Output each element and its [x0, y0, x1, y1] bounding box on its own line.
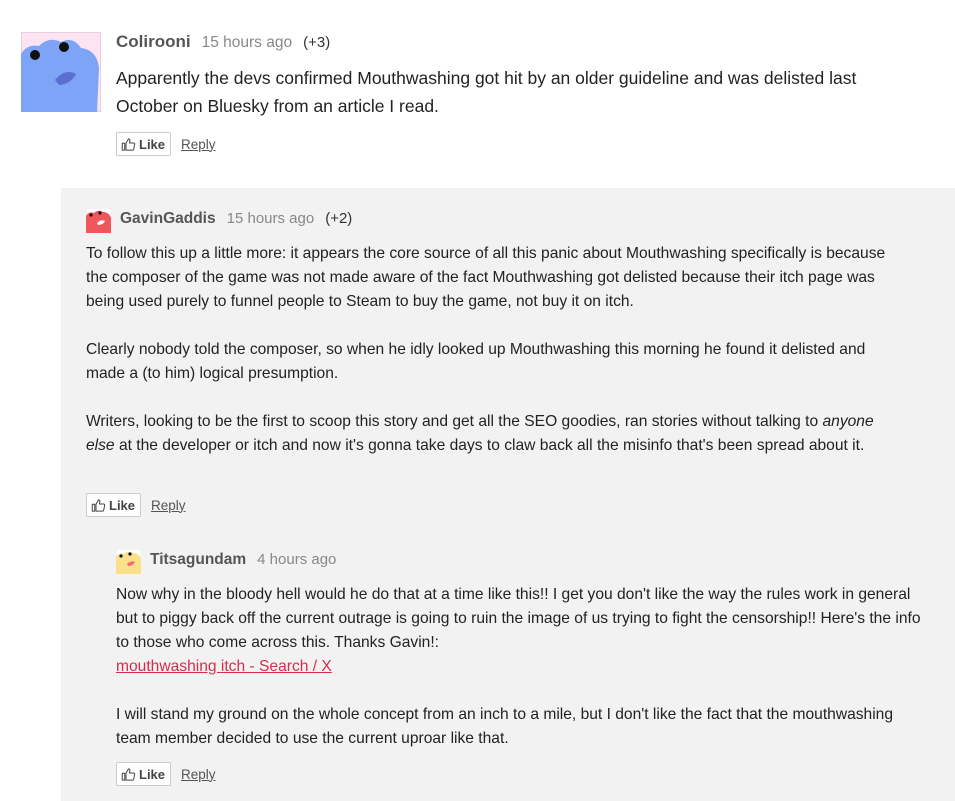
- comment-body: To follow this up a little more: it appe…: [86, 242, 901, 458]
- reply-link[interactable]: Reply: [151, 498, 186, 513]
- avatar-image: [21, 32, 101, 112]
- thumbs-up-icon: [91, 498, 106, 512]
- comment-paragraph: To follow this up a little more: it appe…: [86, 245, 886, 310]
- comment-paragraph: Apparently the devs confirmed Mouthwashi…: [116, 68, 857, 116]
- reply-link[interactable]: Reply: [181, 767, 216, 782]
- comment-actions: Like Reply: [116, 762, 216, 786]
- author-name[interactable]: Colirooni: [116, 32, 191, 52]
- avatar[interactable]: [86, 208, 111, 233]
- like-button[interactable]: Like: [116, 132, 172, 156]
- reply-link[interactable]: Reply: [181, 137, 216, 152]
- avatar[interactable]: [116, 549, 141, 574]
- like-label: Like: [139, 136, 166, 152]
- comment-body: Now why in the bloody hell would he do t…: [116, 583, 926, 751]
- author-name[interactable]: Titsagundam: [150, 551, 246, 569]
- comment-meta: Colirooni 15 hours ago (+3): [116, 32, 330, 52]
- timestamp[interactable]: 15 hours ago: [227, 210, 315, 227]
- vote-count: (+2): [325, 210, 353, 227]
- comment-paragraph: Now why in the bloody hell would he do t…: [116, 586, 921, 675]
- comment-actions: Like Reply: [116, 132, 216, 156]
- comment-paragraph: Writers, looking to be the first to scoo…: [86, 413, 874, 454]
- comment-body: Apparently the devs confirmed Mouthwashi…: [116, 64, 906, 120]
- thumbs-up-icon: [121, 767, 136, 781]
- comment-paragraph: I will stand my ground on the whole conc…: [116, 706, 894, 747]
- thumbs-up-icon: [121, 137, 136, 151]
- like-button[interactable]: Like: [86, 493, 142, 517]
- author-name[interactable]: GavinGaddis: [120, 210, 216, 228]
- avatar-image: [116, 549, 141, 574]
- like-button[interactable]: Like: [116, 762, 172, 786]
- avatar-image: [86, 208, 111, 233]
- avatar[interactable]: [21, 32, 101, 112]
- timestamp[interactable]: 4 hours ago: [257, 551, 336, 568]
- vote-count: (+3): [303, 34, 331, 51]
- timestamp[interactable]: 15 hours ago: [202, 34, 293, 52]
- comment-meta: Titsagundam 4 hours ago: [150, 551, 336, 569]
- comment-actions: Like Reply: [86, 493, 186, 517]
- comment-meta: GavinGaddis 15 hours ago (+2): [120, 210, 352, 228]
- external-link[interactable]: mouthwashing itch - Search / X: [116, 658, 332, 675]
- like-label: Like: [109, 497, 136, 513]
- comment-paragraph: Clearly nobody told the composer, so whe…: [86, 341, 866, 382]
- like-label: Like: [139, 766, 166, 782]
